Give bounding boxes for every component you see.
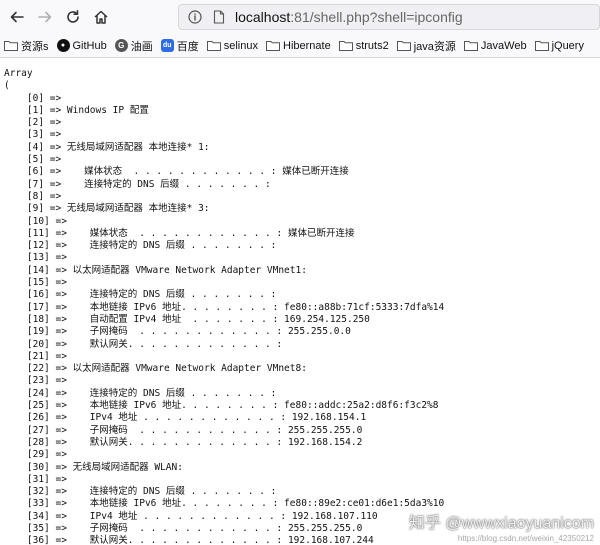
ipconfig-output: Array( [0] => [1] => Windows IP 配置 [2] =…: [4, 68, 600, 545]
output-line: [14] => 以太网适配器 VMware Network Adapter VM…: [4, 264, 307, 276]
watermark-text: 知乎 @wwwxiaoyuanicom: [408, 515, 594, 532]
bookmark-label: 油画: [130, 40, 153, 53]
reload-icon: [67, 10, 79, 23]
folder-icon: [206, 41, 221, 51]
output-line: [26] => IPv4 地址 . . . . . . . . . . . . …: [4, 412, 367, 424]
bookmark-item[interactable]: java资源: [393, 36, 460, 56]
output-line: (: [4, 80, 10, 92]
output-line: [10] =>: [4, 215, 67, 227]
folder-icon: [534, 41, 549, 51]
folder-icon: [266, 41, 280, 51]
output-line: [11] => 媒体状态 . . . . . . . . . . . . : 媒…: [4, 227, 355, 239]
output-line: [18] => 自动配置 IPv4 地址 . . . . . . . : 169…: [4, 313, 370, 325]
watermark-url: https://blog.csdn.net/weixin_42350212: [457, 534, 594, 543]
output-line: Array: [4, 68, 33, 79]
bookmark-label: Hibernate: [283, 39, 331, 52]
bookmark-label: 资源s: [21, 40, 49, 53]
folder-icon: [4, 41, 18, 51]
url-path: :81/shell.php?shell=ipconfig: [290, 9, 463, 25]
folder-icon: [396, 41, 411, 51]
back-button[interactable]: [6, 6, 28, 28]
reload-button[interactable]: [62, 6, 84, 28]
forward-button[interactable]: [34, 6, 56, 28]
folder-icon: [338, 41, 353, 51]
output-line: [19] => 子网掩码 . . . . . . . . . . . . : 2…: [4, 326, 351, 338]
output-line: [3] =>: [4, 129, 62, 141]
forward-arrow-icon: [38, 11, 52, 23]
github-icon: ●: [56, 39, 70, 52]
url-host: localhost: [235, 9, 291, 25]
bookmark-item[interactable]: du 百度: [157, 36, 203, 56]
info-icon[interactable]: [187, 9, 203, 25]
output-line: [27] => 子网掩码 . . . . . . . . . . . . : 2…: [4, 424, 363, 436]
folder-icon: [463, 41, 478, 51]
output-line: [32] => 连接特定的 DNS 后缀 . . . . . . . :: [4, 486, 277, 498]
output-line: [31] =>: [4, 473, 67, 485]
output-line: [9] => 无线局域网适配器 本地连接* 3:: [4, 203, 210, 215]
page-icon: [211, 9, 227, 25]
baidu-icon: du: [160, 39, 174, 52]
output-line: [23] =>: [4, 375, 67, 387]
bookmark-label: 百度: [176, 40, 199, 53]
bookmark-label: struts2: [355, 39, 389, 52]
bookmark-label: GitHub: [72, 39, 107, 52]
output-line: [7] => 连接特定的 DNS 后缀 . . . . . . . :: [4, 178, 271, 190]
bookmark-item[interactable]: Hibernate: [262, 36, 335, 56]
output-line: [6] => 媒体状态 . . . . . . . . . . . . : 媒体…: [4, 166, 349, 178]
bookmarks-bar: 资源s ● GitHub G 油画 du 百度 selinux Hibernate struts2…: [0, 34, 600, 58]
bookmark-item[interactable]: ● GitHub: [53, 36, 111, 56]
output-line: [0] =>: [4, 92, 62, 104]
output-line: [15] =>: [4, 277, 67, 289]
output-line: [1] => Windows IP 配置: [4, 104, 149, 116]
output-line: [25] => 本地链接 IPv6 地址. . . . . . . . : fe…: [4, 400, 439, 412]
output-line: [21] =>: [4, 350, 67, 362]
bookmark-label: selinux: [223, 39, 258, 52]
output-line: [22] => 以太网适配器 VMware Network Adapter VM…: [4, 363, 307, 375]
bookmark-label: JavaWeb: [480, 39, 527, 52]
browser-nav-bar: localhost:81/shell.php?shell=ipconfig: [0, 0, 600, 34]
output-line: [29] =>: [4, 449, 67, 461]
bookmark-item[interactable]: G 油画: [111, 36, 157, 56]
output-line: [17] => 本地链接 IPv6 地址. . . . . . . . : fe…: [4, 301, 445, 313]
home-icon: [94, 10, 108, 24]
bookmark-item[interactable]: struts2: [335, 36, 393, 56]
output-line: [30] => 无线局域网适配器 WLAN:: [4, 461, 183, 473]
bookmark-item[interactable]: 资源s: [0, 36, 53, 56]
output-line: [24] => 连接特定的 DNS 后缀 . . . . . . . :: [4, 387, 277, 399]
output-line: [20] => 默认网关. . . . . . . . . . . . . :: [4, 338, 283, 350]
bookmark-label: jQuery: [551, 39, 584, 52]
output-line: [4] => 无线局域网适配器 本地连接* 1:: [4, 141, 210, 153]
output-line: [16] => 连接特定的 DNS 后缀 . . . . . . . :: [4, 289, 277, 301]
bookmark-item[interactable]: JavaWeb: [460, 36, 531, 56]
bookmark-item[interactable]: selinux: [203, 36, 262, 56]
bookmark-item[interactable]: jQuery: [531, 36, 588, 56]
output-line: [12] => 连接特定的 DNS 后缀 . . . . . . . :: [4, 240, 277, 252]
address-bar[interactable]: localhost:81/shell.php?shell=ipconfig: [178, 4, 600, 30]
output-line: [5] =>: [4, 154, 62, 166]
home-button[interactable]: [90, 6, 112, 28]
g-icon: G: [114, 39, 128, 52]
output-line: [8] =>: [4, 190, 62, 202]
url-text[interactable]: localhost:81/shell.php?shell=ipconfig: [235, 9, 463, 25]
output-line: [2] =>: [4, 117, 62, 129]
bookmark-label: java资源: [413, 40, 456, 53]
back-arrow-icon: [10, 11, 24, 23]
page-content: Array( [0] => [1] => Windows IP 配置 [2] =…: [0, 58, 600, 545]
output-line: [13] =>: [4, 252, 67, 264]
output-line: [28] => 默认网关. . . . . . . . . . . . . : …: [4, 436, 363, 448]
